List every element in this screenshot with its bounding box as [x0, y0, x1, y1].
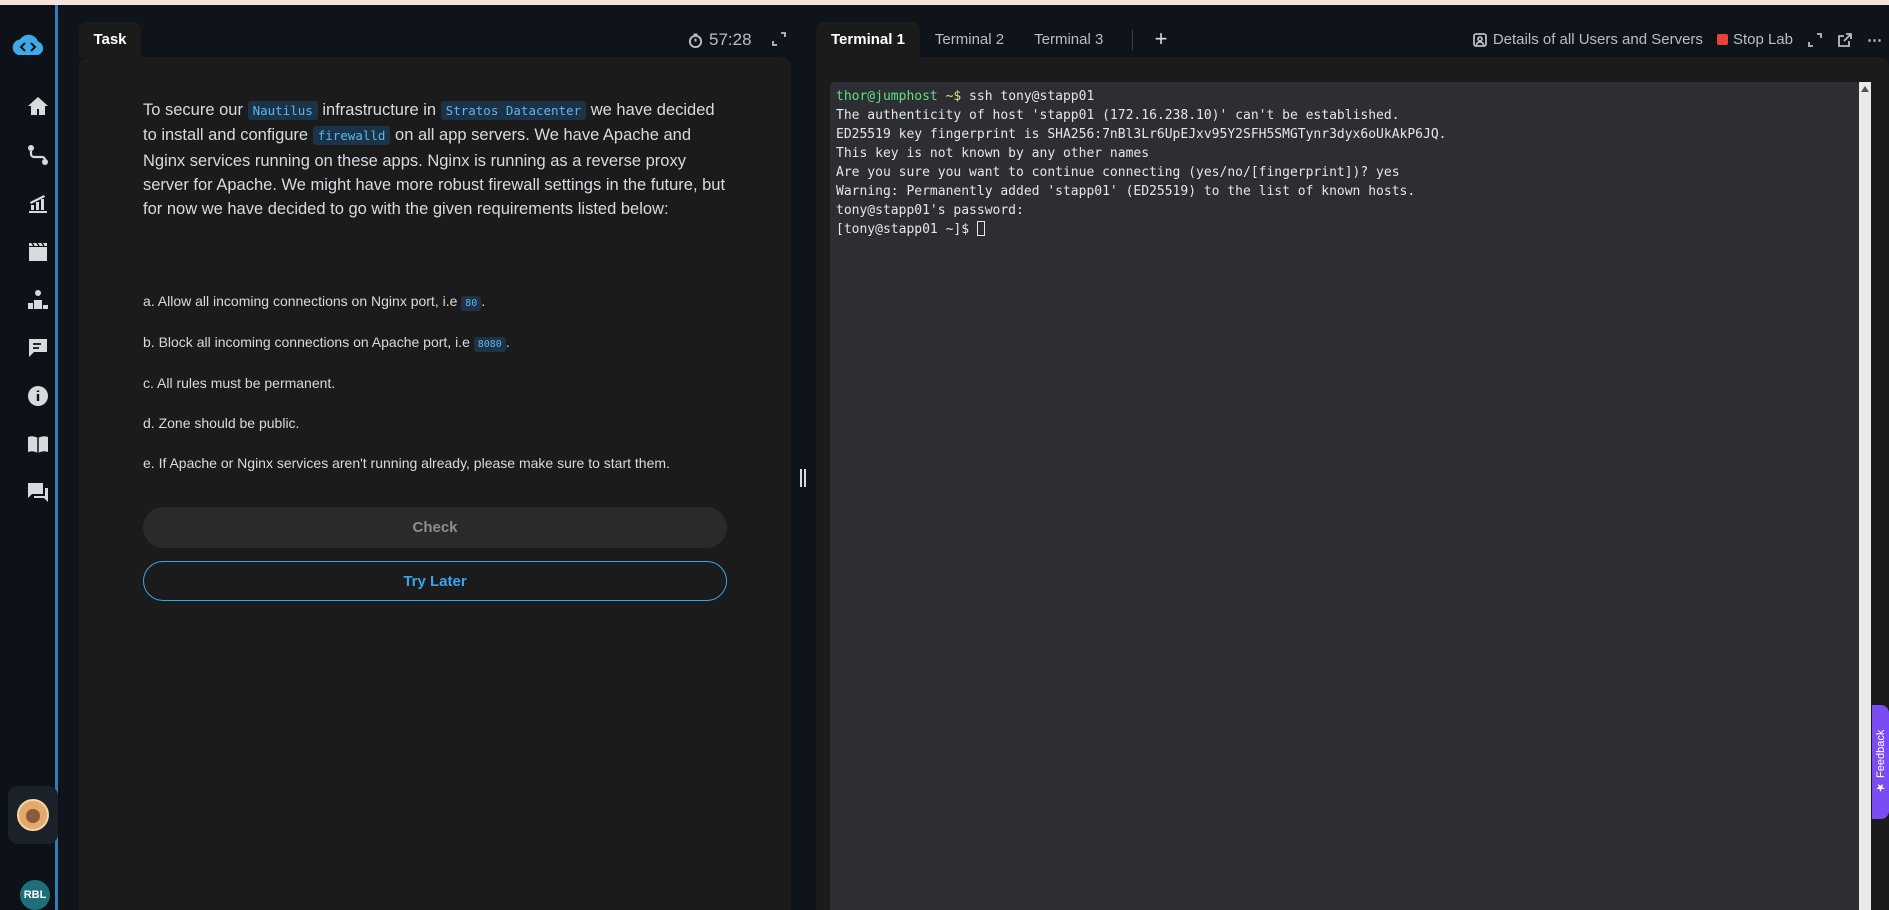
requirement-a: a. Allow all incoming connections on Ngi… [143, 293, 486, 311]
terminal-line: This key is not known by any other names [836, 146, 1150, 161]
prompt-tilde: ~$ [937, 89, 962, 104]
try-later-button[interactable]: Try Later [143, 561, 727, 601]
feedback-tab[interactable]: ★ Feedback [1872, 705, 1889, 819]
terminal-line: The authenticity of host 'stapp01 (172.1… [836, 108, 1400, 123]
learning-path-icon[interactable] [24, 141, 52, 169]
details-label: Details of all Users and Servers [1492, 31, 1703, 48]
code-port-80: 80 [461, 296, 482, 311]
org-badge[interactable]: RBL [20, 880, 50, 910]
feedback-board-icon[interactable] [24, 334, 52, 362]
terminal-scrollbar[interactable] [1859, 82, 1871, 910]
code-stratos: Stratos Datacenter [440, 101, 587, 120]
progress-icon[interactable] [24, 190, 52, 218]
playground-icon[interactable] [24, 238, 52, 266]
logo-icon[interactable] [8, 31, 48, 63]
terminal-screen[interactable]: thor@jumphost ~$ ssh tony@stapp01 The au… [830, 82, 1859, 910]
scroll-up-arrow-icon[interactable] [1861, 84, 1869, 94]
code-nautilus: Nautilus [247, 101, 318, 120]
stop-lab-label: Stop Lab [1732, 31, 1793, 48]
expand-terminal-icon[interactable] [1807, 32, 1823, 48]
user-avatar-button[interactable] [8, 786, 58, 844]
details-button[interactable]: Details of all Users and Servers [1472, 31, 1703, 48]
panel-resize-handle[interactable] [800, 469, 806, 487]
expand-task-icon[interactable] [772, 32, 788, 48]
docs-icon[interactable] [24, 430, 52, 458]
tab-terminal-3[interactable]: Terminal 3 [1019, 22, 1118, 57]
code-firewalld: firewalld [312, 126, 391, 146]
requirement-e: e. If Apache or Nginx services aren't ru… [143, 455, 670, 471]
prompt-user: thor@jumphost [836, 89, 938, 104]
timer-value: 57:28 [709, 30, 752, 49]
info-icon[interactable] [24, 382, 52, 410]
tab-divider [1132, 30, 1133, 50]
more-options-icon[interactable]: ⋯ [1867, 31, 1883, 49]
tab-task[interactable]: Task [79, 22, 141, 57]
open-external-icon[interactable] [1837, 32, 1853, 48]
requirement-c: c. All rules must be permanent. [143, 375, 336, 391]
terminal-command: ssh tony@stapp01 [961, 89, 1095, 104]
top-strip [0, 0, 1889, 5]
terminal-tabs: Terminal 1 Terminal 2 Terminal 3 [816, 22, 1118, 57]
leaderboard-icon[interactable] [24, 286, 52, 314]
terminal-cursor [976, 221, 985, 236]
stop-lab-button[interactable]: Stop Lab [1716, 31, 1793, 48]
terminal-line: tony@stapp01's password: [836, 203, 1032, 218]
timer: 57:28 [688, 28, 752, 52]
terminal-line: Are you sure you want to continue connec… [836, 165, 1400, 180]
requirement-d: d. Zone should be public. [143, 415, 300, 431]
sidebar-accent-line [55, 5, 58, 910]
tab-terminal-1[interactable]: Terminal 1 [816, 22, 920, 57]
community-icon[interactable] [24, 478, 52, 506]
tab-terminal-2[interactable]: Terminal 2 [920, 22, 1019, 57]
requirement-b: b. Block all incoming connections on Apa… [143, 334, 510, 352]
task-description: To secure our Nautilus infrastructure in… [143, 101, 726, 219]
avatar [17, 799, 49, 831]
terminal-line: Warning: Permanently added 'stapp01' (ED… [836, 184, 1416, 199]
check-button[interactable]: Check [143, 507, 727, 548]
server-details-icon [1472, 32, 1488, 48]
terminal-final-prompt: [tony@stapp01 ~]$ [836, 222, 977, 237]
terminal-line: ED25519 key fingerprint is SHA256:7nBl3L… [836, 127, 1447, 142]
code-port-8080: 8080 [473, 337, 506, 352]
terminal-toolbar: Details of all Users and Servers Stop La… [1472, 22, 1889, 57]
stop-icon [1716, 34, 1728, 45]
add-terminal-button[interactable]: + [1151, 26, 1171, 51]
home-icon[interactable] [24, 92, 52, 120]
stopwatch-icon [688, 32, 703, 48]
